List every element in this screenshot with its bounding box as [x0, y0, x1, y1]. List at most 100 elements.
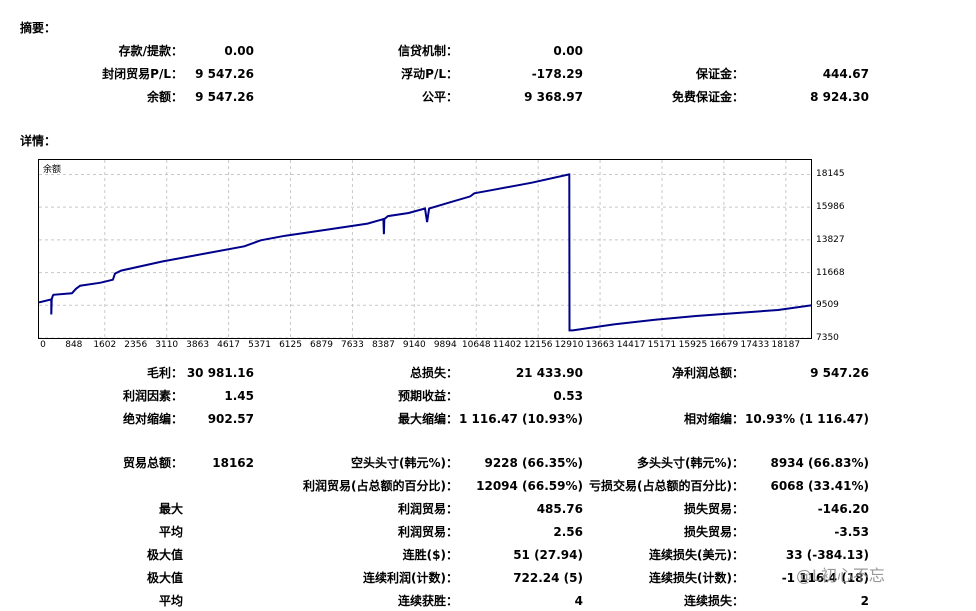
label-col3: 免费保证金：	[671, 90, 744, 104]
value-col1: 9 547.26	[195, 90, 254, 104]
label-col1: 封闭贸易P/L：	[102, 67, 183, 81]
x-tick-label: 3110	[155, 340, 179, 350]
x-tick-label: 2356	[124, 340, 148, 350]
label-col3: 损失贸易：	[683, 525, 744, 539]
balance-series-line	[39, 173, 811, 332]
value-col2: 1 116.47 (10.93%)	[459, 412, 583, 426]
value-col2: -178.29	[531, 67, 583, 81]
label-col1: 毛利：	[146, 366, 183, 380]
x-tick-label: 13663	[585, 340, 615, 350]
label-col1: 绝对缩编：	[122, 412, 183, 426]
x-tick-label: 5371	[248, 340, 271, 350]
details-title: 详情：	[20, 134, 57, 148]
label-col2: 利润贸易(占总额的百分比)：	[303, 479, 458, 493]
x-tick-label: 11402	[492, 340, 522, 350]
value-col2: 722.24 (5)	[513, 571, 583, 585]
value-col2: 485.76	[536, 502, 583, 516]
label-col2: 空头头寸(韩元%)：	[351, 456, 458, 470]
value-col2: 12094 (66.59%)	[476, 479, 583, 493]
x-tick-label: 9140	[402, 340, 426, 350]
value-col2: 4	[574, 594, 583, 608]
x-tick-label: 16679	[709, 340, 739, 350]
value-col2: 2.56	[553, 525, 583, 539]
label-col2: 连胜($)：	[402, 548, 458, 562]
y-tick-label: 7350	[816, 333, 839, 343]
x-tick-label: 6125	[279, 340, 302, 350]
label-col2: 利润贸易：	[397, 502, 458, 516]
y-tick-label: 13827	[816, 234, 845, 245]
x-tick-label: 10648	[461, 340, 491, 350]
value-col1: 9 547.26	[195, 67, 254, 81]
value-col2: 0.00	[553, 44, 583, 58]
chart-series-label: 余额	[43, 165, 62, 175]
label-col3: 连续损失：	[683, 594, 744, 608]
label-col1: 平均	[158, 594, 183, 608]
label-col2: 连续利润(计数)：	[363, 571, 458, 585]
summary-title: 摘要：	[20, 21, 57, 35]
y-tick-label: 11668	[816, 267, 845, 278]
label-col3: 净利润总额：	[671, 366, 744, 380]
label-col3: 相对缩编：	[683, 412, 744, 426]
label-col1: 最大	[158, 502, 183, 516]
label-col1: 极大值	[146, 548, 183, 562]
label-col1: 平均	[158, 525, 183, 539]
x-tick-label: 9894	[433, 340, 457, 350]
value-col3: 6068 (33.41%)	[770, 479, 869, 493]
x-tick-label: 4617	[217, 340, 241, 350]
value-col3: 2	[860, 594, 869, 608]
label-col2: 最大缩编：	[397, 412, 458, 426]
x-tick-label: 14417	[616, 340, 646, 350]
value-col2: 0.53	[553, 389, 583, 403]
value-col3: 444.67	[822, 67, 869, 81]
value-col2: 9 368.97	[524, 90, 583, 104]
value-col3: 33 (-384.13)	[785, 548, 869, 562]
label-col3: 亏损交易(占总额的百分比)：	[589, 479, 744, 493]
label-col3: 损失贸易：	[683, 502, 744, 516]
label-col1: 余额：	[146, 90, 183, 104]
value-col3: 8934 (66.83%)	[770, 456, 869, 470]
label-col1: 利润因素：	[122, 389, 183, 403]
x-tick-label: 0	[40, 340, 46, 350]
label-col1: 存款/提款：	[118, 44, 183, 58]
label-col3: 保证金：	[695, 67, 744, 81]
value-col1: 0.00	[224, 44, 254, 58]
value-col1: 30 981.16	[186, 366, 254, 380]
x-tick-label: 17433	[740, 340, 770, 350]
label-col2: 总损失：	[409, 366, 458, 380]
label-col1: 贸易总额：	[122, 456, 183, 470]
watermark: @L初心不忘	[796, 566, 885, 585]
label-col2: 利润贸易：	[397, 525, 458, 539]
label-col3: 多头头寸(韩元%)：	[637, 456, 744, 470]
value-col2: 9228 (66.35%)	[484, 456, 583, 470]
label-col2: 浮动P/L：	[401, 67, 458, 81]
x-tick-label: 15925	[678, 340, 708, 350]
x-tick-label: 848	[65, 340, 83, 350]
balance-chart	[38, 159, 812, 339]
y-tick-label: 9509	[816, 300, 839, 311]
label-col2: 预期收益：	[397, 389, 458, 403]
x-tick-label: 1602	[93, 340, 117, 350]
x-tick-label: 12910	[554, 340, 584, 350]
x-tick-label: 12156	[523, 340, 553, 350]
value-col3: 9 547.26	[810, 366, 869, 380]
value-col3: -3.53	[834, 525, 869, 539]
value-col3: 8 924.30	[810, 90, 869, 104]
y-tick-label: 18145	[816, 169, 845, 180]
x-tick-label: 7633	[340, 340, 364, 350]
label-col3: 连续损失(美元)：	[649, 548, 744, 562]
value-col2: 21 433.90	[515, 366, 583, 380]
value-col1: 902.57	[207, 412, 254, 426]
value-col1: 18162	[212, 456, 254, 470]
label-col2: 连续获胜：	[397, 594, 458, 608]
balance-chart-svg	[39, 160, 811, 338]
x-tick-label: 15171	[647, 340, 677, 350]
value-col3: 10.93% (1 116.47)	[745, 412, 869, 426]
x-tick-label: 3863	[186, 340, 210, 350]
label-col1: 极大值	[146, 571, 183, 585]
label-col2: 公平：	[421, 90, 458, 104]
value-col2: 51 (27.94)	[513, 548, 583, 562]
value-col3: -146.20	[817, 502, 869, 516]
x-tick-label: 6879	[310, 340, 333, 350]
value-col1: 1.45	[224, 389, 254, 403]
label-col3: 连续损失(计数)：	[649, 571, 744, 585]
